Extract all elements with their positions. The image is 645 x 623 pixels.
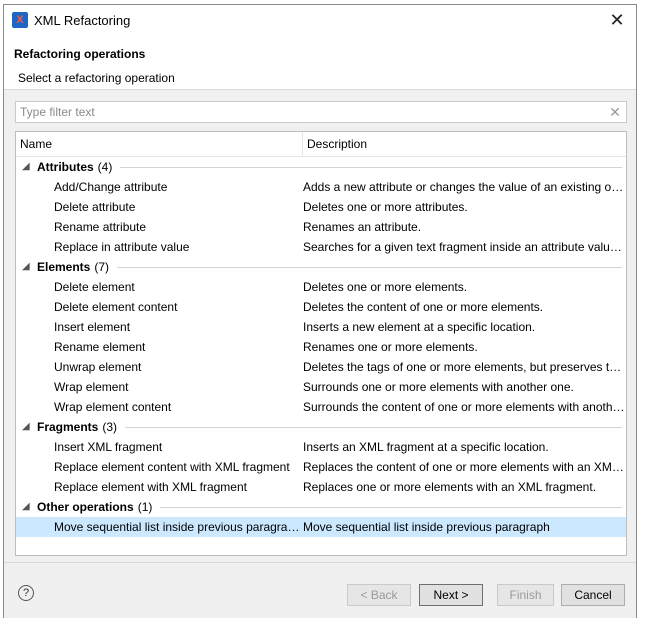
table-row[interactable]: Delete attribute Deletes one or more attr…: [16, 197, 626, 217]
operation-description: Replaces the content of one or more elem…: [303, 460, 625, 474]
title-bar: X XML Refactoring ✕: [4, 5, 636, 37]
next-button[interactable]: Next >: [419, 584, 483, 606]
category-row[interactable]: ◢ Fragments3: [16, 417, 626, 437]
xml-refactoring-dialog: X XML Refactoring ✕ Refactoring operatio…: [3, 4, 637, 618]
column-header-description[interactable]: Description: [303, 132, 626, 156]
filter-input[interactable]: [16, 102, 600, 122]
table-row[interactable]: Wrap element Surrounds one or more elemen…: [16, 377, 626, 397]
table-header: Name Description: [16, 132, 626, 157]
table-row[interactable]: Replace element content with XML fragmen…: [16, 457, 626, 477]
category-name: Other operations: [37, 500, 134, 514]
expand-arrow-icon[interactable]: ◢: [22, 417, 30, 437]
oxygen-xml-icon: X: [12, 12, 28, 28]
table-row[interactable]: Unwrap element Deletes the tags of one or…: [16, 357, 626, 377]
category-count: 3: [102, 420, 117, 434]
expand-arrow-icon[interactable]: ◢: [22, 497, 30, 517]
table-row[interactable]: Move sequential list inside previous par…: [16, 517, 626, 537]
operation-name: Insert XML fragment: [54, 440, 163, 454]
table-row[interactable]: Insert element Inserts a new element at a…: [16, 317, 626, 337]
category-name: Fragments: [37, 420, 99, 434]
operation-description: Inserts a new element at a specific loca…: [303, 320, 536, 334]
category-separator: [125, 427, 622, 428]
table-body: ◢ Attributes 4 Add/Change attribute Adds a n…: [16, 157, 626, 537]
table-row[interactable]: Rename attribute Renames an attribute.: [16, 217, 626, 237]
category-count: 4: [98, 160, 113, 174]
operation-description: Searches for a given text fragment insid…: [303, 240, 625, 254]
filter-box: ✕: [15, 101, 627, 123]
operation-name: Rename attribute: [54, 220, 147, 234]
category-label: Fragments3: [37, 417, 117, 437]
category-label: Other operations 1: [37, 497, 152, 517]
operations-table: Name Description ◢ Attributes 4 Add/Change …: [15, 131, 627, 556]
operation-description: Deletes one or more elements.: [303, 280, 468, 294]
operation-description: Surrounds the content of one or more ele…: [303, 400, 625, 414]
operation-description: Deletes the tags of one or more elements…: [303, 360, 625, 374]
help-icon[interactable]: ?: [18, 585, 34, 601]
expand-arrow-icon[interactable]: ◢: [22, 257, 30, 277]
window-title: XML Refactoring: [34, 13, 131, 28]
category-label: Attributes 4: [37, 157, 112, 177]
operation-name: Delete attribute: [54, 200, 136, 214]
table-row[interactable]: Replace in attribute value Searches for a…: [16, 237, 626, 257]
category-name: Elements: [37, 260, 91, 274]
operation-name: Replace element with XML fragment: [54, 480, 247, 494]
operation-name: Replace in attribute value: [54, 240, 190, 254]
category-label: Elements7: [37, 257, 109, 277]
operation-name: Wrap element: [54, 380, 129, 394]
column-header-name[interactable]: Name: [16, 132, 303, 156]
back-button[interactable]: < Back: [347, 584, 411, 606]
category-separator: [120, 167, 622, 168]
finish-button[interactable]: Finish: [497, 584, 554, 606]
category-name: Attributes: [37, 160, 94, 174]
dialog-footer: ? < Back Next > Finish Cancel: [4, 562, 636, 618]
operation-description: Renames an attribute.: [303, 220, 422, 234]
category-row[interactable]: ◢ Elements7: [16, 257, 626, 277]
clear-filter-icon[interactable]: ✕: [608, 104, 622, 120]
category-row[interactable]: ◢ Other operations 1: [16, 497, 626, 517]
operation-name: Insert element: [54, 320, 131, 334]
dialog-header: Refactoring operations Select a refactor…: [4, 37, 636, 90]
operation-name: Delete element: [54, 280, 135, 294]
expand-arrow-icon[interactable]: ◢: [22, 157, 30, 177]
operation-name: Add/Change attribute: [54, 180, 168, 194]
operation-description: Deletes the content of one or more eleme…: [303, 300, 544, 314]
table-row[interactable]: Add/Change attribute Adds a new attribute…: [16, 177, 626, 197]
operation-name: Move sequential list inside previous par…: [54, 520, 300, 534]
table-row[interactable]: Rename element Renames one or more elemen…: [16, 337, 626, 357]
table-row[interactable]: Delete element Deletes one or more elemen…: [16, 277, 626, 297]
operation-name: Rename element: [54, 340, 146, 354]
category-count: 7: [94, 260, 109, 274]
close-button[interactable]: ✕: [606, 9, 628, 31]
operation-name: Wrap element content: [54, 400, 172, 414]
dialog-content: ✕ Name Description ◢ Attributes 4 Add/Chang…: [4, 90, 636, 562]
table-row[interactable]: Delete element content Deletes the conten…: [16, 297, 626, 317]
category-separator: [160, 507, 622, 508]
table-row[interactable]: Insert XML fragment Inserts an XML fragme…: [16, 437, 626, 457]
operation-description: Move sequential list inside previous par…: [303, 520, 550, 534]
operation-name: Delete element content: [54, 300, 178, 314]
operation-name: Replace element content with XML fragmen…: [54, 460, 290, 474]
category-separator: [117, 267, 622, 268]
operation-name: Unwrap element: [54, 360, 142, 374]
operation-description: Deletes one or more attributes.: [303, 200, 468, 214]
category-count: 1: [138, 500, 153, 514]
operation-description: Replaces one or more elements with an XM…: [303, 480, 597, 494]
operation-description: Renames one or more elements.: [303, 340, 478, 354]
operation-description: Surrounds one or more elements with anot…: [303, 380, 574, 394]
cancel-button[interactable]: Cancel: [561, 584, 625, 606]
category-row[interactable]: ◢ Attributes 4: [16, 157, 626, 177]
page-title: Refactoring operations: [14, 47, 146, 61]
operation-description: Adds a new attribute or changes the valu…: [303, 180, 625, 194]
table-row[interactable]: Replace element with XML fragment Replace…: [16, 477, 626, 497]
operation-description: Inserts an XML fragment at a specific lo…: [303, 440, 549, 454]
table-row[interactable]: Wrap element content Surrounds the conten…: [16, 397, 626, 417]
page-description: Select a refactoring operation: [18, 71, 175, 85]
